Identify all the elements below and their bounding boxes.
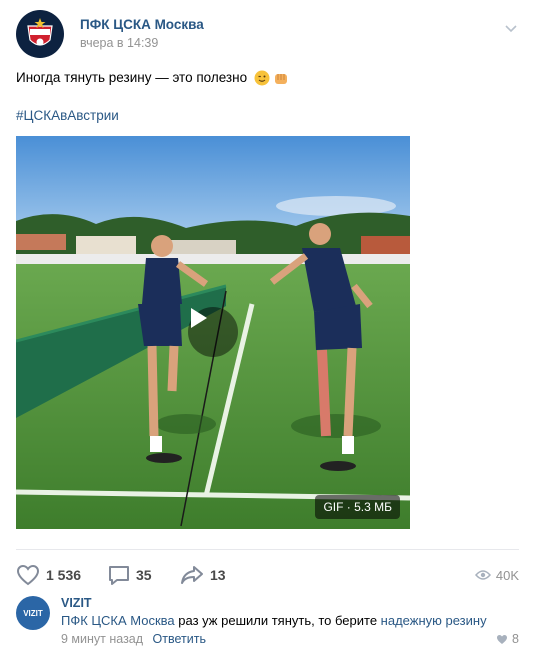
comment-mention[interactable]: ПФК ЦСКА Москва bbox=[61, 613, 175, 628]
post-author[interactable]: ПФК ЦСКА Москва bbox=[80, 17, 204, 32]
comment-link[interactable]: надежную резину bbox=[381, 613, 487, 628]
gif-size-badge: GIF · 5.3 МБ bbox=[315, 495, 400, 519]
post-header: ПФК ЦСКА Москва вчера в 14:39 bbox=[16, 10, 519, 58]
comment-avatar[interactable]: VIZIT bbox=[16, 596, 50, 630]
share-icon bbox=[181, 566, 203, 584]
comment-item: VIZIT VIZIT ПФК ЦСКА Москва раз уж решил… bbox=[16, 596, 519, 650]
comment-avatar-text: VIZIT bbox=[23, 608, 43, 618]
views-counter: 40K bbox=[474, 563, 519, 587]
comment-button[interactable]: 35 bbox=[108, 563, 152, 587]
hashtag-link[interactable]: #ЦСКАвАвстрии bbox=[16, 108, 119, 123]
post-time[interactable]: вчера в 14:39 bbox=[80, 36, 158, 50]
comment-icon bbox=[109, 566, 129, 585]
wink-emoji-icon bbox=[254, 70, 270, 86]
heart-icon bbox=[16, 564, 40, 586]
comment-likes-count: 8 bbox=[512, 632, 519, 646]
post-text-row: Иногда тянуть резину — это полезно bbox=[16, 69, 289, 87]
cska-logo-icon[interactable] bbox=[16, 10, 64, 58]
post-actions: 1 536 35 13 40K bbox=[16, 563, 519, 587]
comment-text: ПФК ЦСКА Москва раз уж решили тянуть, то… bbox=[61, 613, 487, 628]
reply-button[interactable]: Ответить bbox=[153, 632, 206, 646]
views-count: 40K bbox=[495, 567, 519, 583]
divider bbox=[16, 549, 519, 550]
fist-emoji-icon bbox=[273, 70, 289, 86]
chevron-down-icon[interactable] bbox=[503, 20, 519, 36]
small-heart-icon bbox=[497, 634, 508, 644]
play-button[interactable] bbox=[188, 307, 238, 357]
eye-icon bbox=[474, 570, 491, 580]
like-button[interactable]: 1 536 bbox=[16, 563, 81, 587]
shares-count: 13 bbox=[210, 567, 226, 583]
gif-preview[interactable]: GIF · 5.3 МБ bbox=[16, 136, 410, 529]
play-icon bbox=[191, 308, 207, 328]
share-button[interactable]: 13 bbox=[180, 563, 226, 587]
comment-time[interactable]: 9 минут назад bbox=[61, 632, 143, 646]
comments-count: 35 bbox=[136, 567, 152, 583]
comment-like-button[interactable]: 8 bbox=[496, 632, 519, 646]
post-text: Иногда тянуть резину — это полезно bbox=[16, 70, 248, 85]
comment-body: раз уж решили тянуть, то берите bbox=[174, 613, 381, 628]
comment-author[interactable]: VIZIT bbox=[61, 596, 92, 610]
likes-count: 1 536 bbox=[46, 567, 82, 583]
comment-meta: 9 минут назад Ответить bbox=[61, 632, 206, 646]
